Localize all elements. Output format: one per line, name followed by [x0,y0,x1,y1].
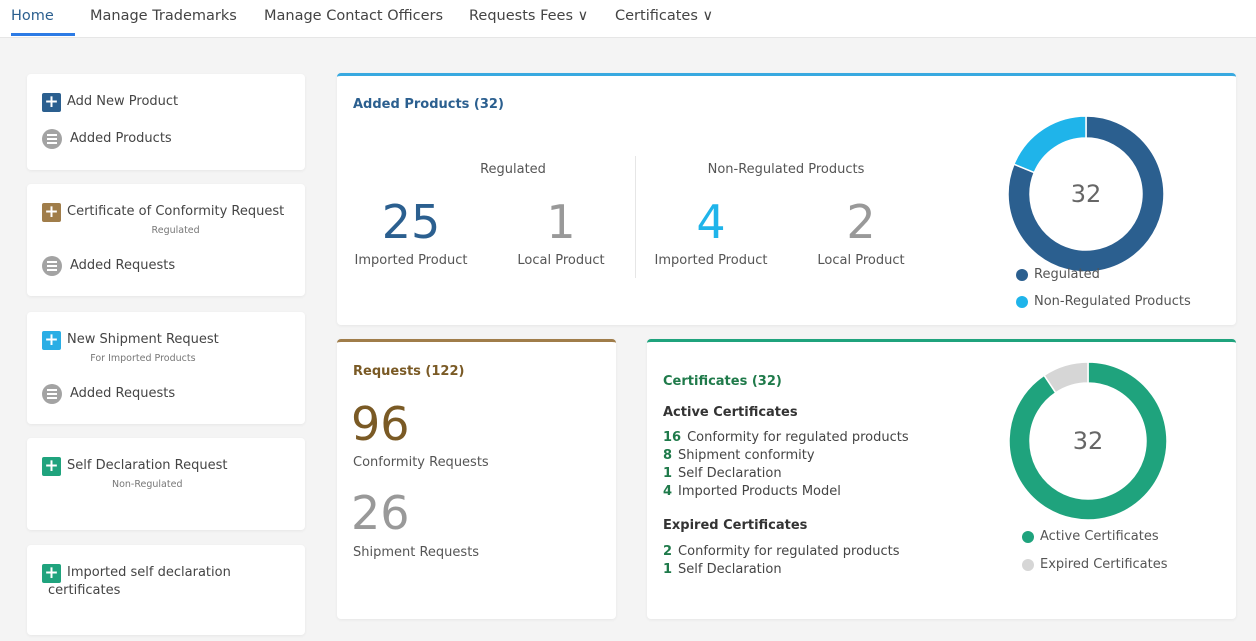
non-regulated-imported-label: Imported Product [654,253,768,268]
legend-dot [1022,558,1034,571]
legend-non-regulated: Non-Regulated Products [1016,294,1191,309]
plus-icon: + [42,203,61,222]
regulated-local-label: Local Product [517,253,605,268]
legend-active-certificates: Active Certificates [1022,529,1159,544]
nav-manage-trademarks[interactable]: Manage Trademarks [90,8,237,24]
regulated-label: Regulated [480,162,546,177]
expired-cert-item: 2 Conformity for regulated products [663,544,900,559]
nav-manage-contact-officers[interactable]: Manage Contact Officers [264,8,443,24]
active-cert-item: 4 Imported Products Model [663,484,841,499]
requests-title: Requests (122) [353,364,465,379]
legend-dot [1016,295,1028,308]
self-declaration-sub: Non-Regulated [111,479,183,490]
list-icon [42,256,62,276]
imported-self-declaration-line1: Imported self declaration [67,565,231,580]
list-icon [42,384,62,404]
non-regulated-imported-count: 4 [696,195,726,249]
shipment-added-requests-link[interactable]: Added Requests [42,384,175,404]
top-nav: Home Manage Trademarks Manage Contact Of… [0,0,1256,38]
requests-card: Requests (122) 96 Conformity Requests 26… [337,339,616,619]
nav-certificates-dropdown[interactable]: Certificates ∨ [615,8,713,24]
shipment-requests-label: Shipment Requests [353,545,480,560]
added-products-card: Added Products (32) Regulated 25 Importe… [337,73,1236,325]
plus-icon: + [42,93,61,112]
non-regulated-local-count: 2 [846,195,876,249]
added-products-link[interactable]: Added Products [42,129,172,149]
nav-home[interactable]: Home [11,8,54,24]
shipment-request-sub: For Imported Products [90,353,196,364]
conformity-request-label: Certificate of Conformity Request [67,204,285,219]
legend-dot [1022,530,1034,543]
certificates-title: Certificates (32) [663,374,782,389]
certificates-card: Certificates (32) Active Certificates 16… [647,339,1236,619]
products-actions-card: + Add New Product Added Products [27,74,305,170]
self-declaration-request-link[interactable]: + Self Declaration Request Non-Regulated [42,457,227,491]
donut-slice-non-regulated-products [1012,116,1087,174]
plus-icon: + [42,457,61,476]
self-declaration-label: Self Declaration Request [67,458,228,473]
certificates-donut-chart: 32 [1009,362,1167,520]
imported-self-declaration-card: + Imported self declaration certificates [27,545,305,635]
list-icon [42,129,62,149]
new-shipment-request-link[interactable]: + New Shipment Request For Imported Prod… [42,331,219,365]
shipment-requests-count: 26 [351,486,410,540]
certificates-donut-center: 32 [1073,427,1104,455]
conformity-requests-label: Conformity Requests [353,455,489,470]
active-tab-indicator [11,33,75,36]
plus-icon: + [42,564,61,583]
non-regulated-local-label: Local Product [817,253,905,268]
plus-icon: + [42,331,61,350]
added-products-title: Added Products (32) [353,97,504,112]
active-certificates-heading: Active Certificates [663,405,798,420]
imported-self-declaration-link[interactable]: + Imported self declaration certificates [42,564,231,600]
shipment-actions-card: + New Shipment Request For Imported Prod… [27,312,305,424]
legend-regulated: Regulated [1016,267,1100,282]
add-new-product-link[interactable]: + Add New Product [42,93,178,112]
regulated-local-count: 1 [546,195,576,249]
conformity-actions-card: + Certificate of Conformity Request Regu… [27,184,305,296]
regulated-imported-count: 25 [381,195,441,249]
conformity-requests-count: 96 [351,397,410,451]
conformity-request-sub: Regulated [151,225,200,236]
products-donut-chart: 32 [1008,116,1164,272]
self-declaration-card: + Self Declaration Request Non-Regulated [27,438,305,530]
group-divider [635,156,636,278]
conformity-request-link[interactable]: + Certificate of Conformity Request Regu… [42,203,284,237]
expired-cert-item: 1 Self Declaration [663,562,782,577]
non-regulated-label: Non-Regulated Products [707,162,865,177]
legend-expired-certificates: Expired Certificates [1022,557,1168,572]
expired-certificates-heading: Expired Certificates [663,518,808,533]
nav-requests-fees-dropdown[interactable]: Requests Fees ∨ [469,8,588,24]
imported-self-declaration-line2: certificates [48,583,121,598]
legend-dot [1016,268,1028,281]
products-donut-center: 32 [1071,180,1102,208]
conformity-added-requests-link[interactable]: Added Requests [42,256,175,276]
active-cert-item: 16 Conformity for regulated products [663,430,909,445]
active-cert-item: 8 Shipment conformity [663,448,815,463]
active-cert-item: 1 Self Declaration [663,466,782,481]
regulated-imported-label: Imported Product [354,253,468,268]
shipment-request-label: New Shipment Request [67,332,219,347]
